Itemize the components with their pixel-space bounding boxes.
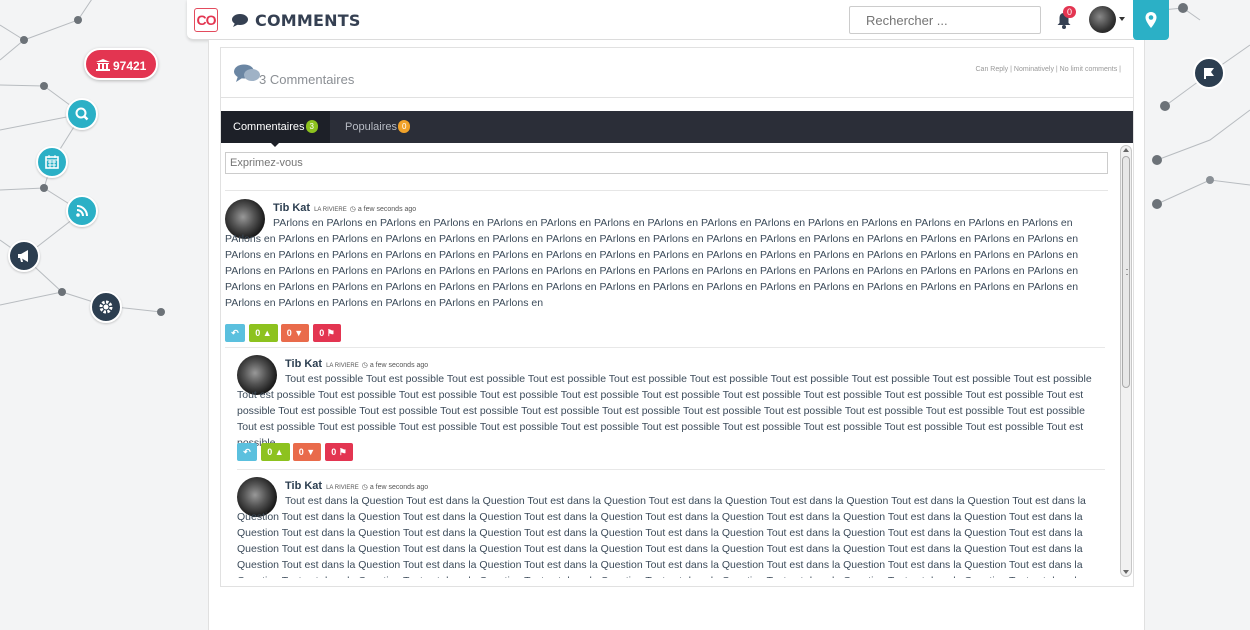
bullhorn-icon <box>18 250 28 262</box>
tab-popular-count: 0 <box>397 120 411 133</box>
comment-tabs: Commentaires 3 Populaires 0 <box>221 111 1133 143</box>
search-icon <box>75 107 89 121</box>
bank-icon <box>95 59 113 73</box>
dislike-button[interactable]: 0 ▼ <box>293 443 321 461</box>
comment-time-text: a few seconds ago <box>369 484 429 491</box>
top-bar: CO COMMENTS 0 <box>187 0 1142 40</box>
tab-comments[interactable]: Commentaires 3 <box>221 111 330 143</box>
counter-value: 97421 <box>112 59 147 73</box>
comment-text: Tout est dans la Question Tout est dans … <box>237 495 1086 578</box>
scroll-up-arrow[interactable] <box>1123 148 1129 152</box>
comments-icon <box>233 64 261 89</box>
comment-text: Tout est possible Tout est possible Tout… <box>237 373 1092 449</box>
notifications-badge: 0 <box>1063 6 1077 18</box>
comment-text: PArlons en PArlons en PArlons en PArlons… <box>225 217 1079 309</box>
grip-icon <box>1126 269 1128 275</box>
app-logo[interactable]: CO <box>194 8 218 32</box>
calendar-icon <box>45 155 59 169</box>
report-count: 0 <box>319 328 325 338</box>
comment-actions: ↶ 0 ▲ 0 ▼ 0 ⚑ <box>225 324 345 342</box>
thumbs-down-icon: ▼ <box>294 328 304 338</box>
counter-badge[interactable]: 97421 <box>84 48 158 80</box>
active-tab-indicator <box>270 142 280 147</box>
geolocation-button[interactable] <box>1133 0 1169 40</box>
agenda-menu-button[interactable] <box>36 146 68 178</box>
like-button[interactable]: 0 ▲ <box>261 443 290 461</box>
comments-scrollbar[interactable] <box>1120 145 1132 577</box>
reply-button[interactable]: ↶ <box>237 443 257 461</box>
announce-menu-button[interactable] <box>8 240 40 272</box>
report-count: 0 <box>331 447 337 457</box>
comment-time: ◷ a few seconds ago <box>362 484 428 491</box>
scroll-down-arrow[interactable] <box>1123 570 1129 574</box>
flag-icon <box>1204 68 1214 79</box>
comment-location: LA RIVIERE <box>314 207 347 213</box>
tab-comments-count: 3 <box>305 120 318 133</box>
tab-comments-label: Commentaires <box>233 121 305 133</box>
dislike-count: 0 <box>286 328 292 338</box>
clock-icon: ◷ <box>349 206 356 213</box>
clock-icon: ◷ <box>361 484 368 491</box>
comment-author[interactable]: Tib Kat <box>285 480 322 492</box>
user-avatar[interactable] <box>1089 6 1116 33</box>
comment-actions: ↶ 0 ▲ 0 ▼ 0 ⚑ <box>237 443 357 461</box>
rss-icon <box>76 205 88 217</box>
comments-list: Tib Kat LA RIVIERE ◷ a few seconds ago PAr… <box>225 190 1108 578</box>
dislike-count: 0 <box>298 447 304 457</box>
reply-item: Tib Kat LA RIVIERE ◷ a few seconds ago Tou… <box>237 347 1101 465</box>
tab-popular-label: Populaires <box>345 121 397 133</box>
like-button[interactable]: 0 ▲ <box>249 324 278 342</box>
comment-time-text: a few seconds ago <box>369 362 429 369</box>
clock-icon: ◷ <box>361 362 368 369</box>
search-menu-button[interactable] <box>66 98 98 130</box>
comment-time-text: a few seconds ago <box>357 206 417 213</box>
page-title: COMMENTS <box>231 11 361 32</box>
panel-header: 3 Commentaires Can Reply | Nominatively … <box>221 48 1133 98</box>
reply-icon: ↶ <box>231 328 239 338</box>
comment-options: Can Reply | Nominatively | No limit comm… <box>975 66 1122 73</box>
comment-item: Tib Kat LA RIVIERE ◷ a few seconds ago PAr… <box>225 191 1105 342</box>
gear-icon <box>99 300 113 314</box>
settings-menu-button[interactable] <box>90 291 122 323</box>
map-marker-icon <box>1145 12 1157 28</box>
comment-location: LA RIVIERE <box>326 363 359 369</box>
search-input[interactable] <box>849 6 1041 34</box>
chevron-down-icon[interactable] <box>1119 17 1125 21</box>
report-button[interactable]: 0 ⚑ <box>313 324 341 342</box>
reply-icon: ↶ <box>243 447 251 457</box>
comments-icon <box>231 13 249 32</box>
reply-button[interactable]: ↶ <box>225 324 245 342</box>
news-menu-button[interactable] <box>66 195 98 227</box>
report-button[interactable]: 0 ⚑ <box>325 443 353 461</box>
flag-icon: ⚑ <box>338 447 347 457</box>
thumbs-up-icon: ▲ <box>262 328 272 338</box>
tab-popular[interactable]: Populaires 0 <box>333 111 422 143</box>
flag-button[interactable] <box>1193 57 1225 89</box>
scroll-thumb[interactable] <box>1122 156 1130 388</box>
comment-count-title: 3 Commentaires <box>259 72 355 87</box>
page-title-text: COMMENTS <box>255 11 361 30</box>
thumbs-down-icon: ▼ <box>306 447 316 457</box>
like-count: 0 <box>267 447 273 457</box>
flag-icon: ⚑ <box>326 328 335 338</box>
dislike-button[interactable]: 0 ▼ <box>281 324 309 342</box>
comment-time: ◷ a few seconds ago <box>362 362 428 369</box>
comment-author[interactable]: Tib Kat <box>285 358 322 370</box>
comment-author[interactable]: Tib Kat <box>273 202 310 214</box>
thumbs-up-icon: ▲ <box>274 447 284 457</box>
comments-panel: 3 Commentaires Can Reply | Nominatively … <box>220 47 1134 587</box>
reply-item: Tib Kat LA RIVIERE ◷ a few seconds ago Tou… <box>237 469 1101 578</box>
new-comment-input[interactable] <box>225 152 1108 174</box>
like-count: 0 <box>255 328 261 338</box>
comment-time: ◷ a few seconds ago <box>350 206 416 213</box>
comment-location: LA RIVIERE <box>326 485 359 491</box>
main-content: 3 Commentaires Can Reply | Nominatively … <box>208 40 1145 630</box>
